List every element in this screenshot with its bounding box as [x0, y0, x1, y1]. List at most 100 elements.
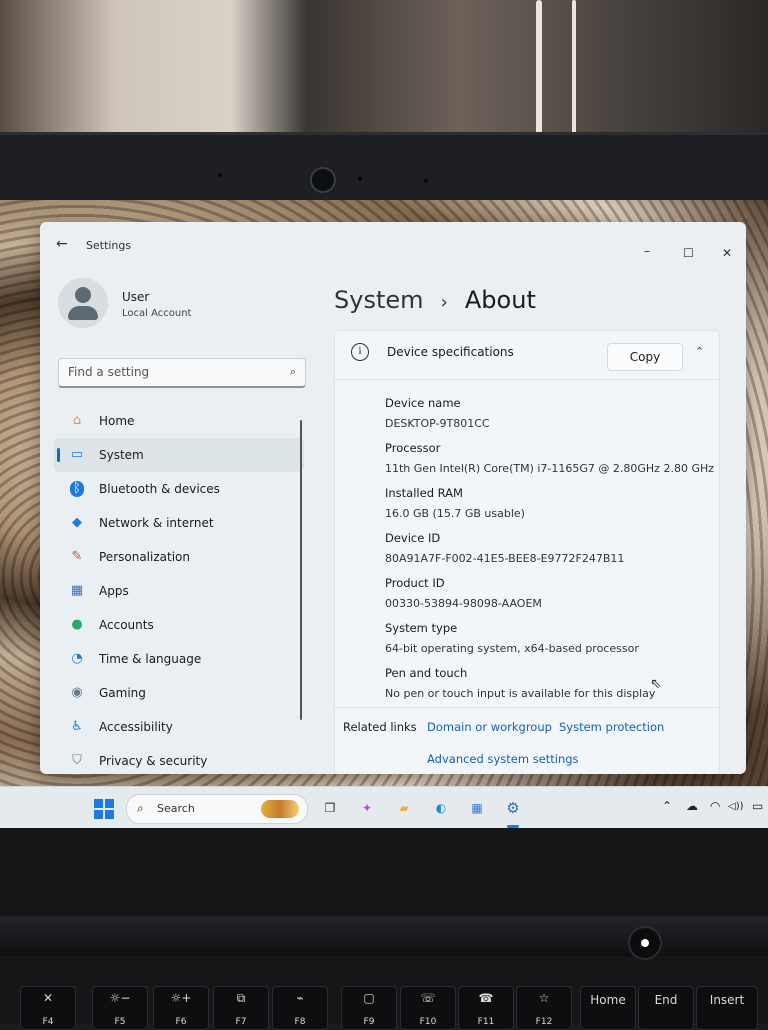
taskbar-search[interactable]: ⌕ Search [126, 794, 308, 824]
sidebar-item-gaming[interactable]: ◉ Gaming [54, 676, 304, 710]
cable [572, 0, 576, 150]
window-title: Settings [86, 239, 132, 252]
back-arrow-icon[interactable]: ← [56, 236, 68, 252]
sensor-dot [424, 179, 428, 183]
info-icon: i [351, 343, 369, 361]
sidebar-item-apps[interactable]: ▦ Apps [54, 574, 304, 608]
sidebar-item-accessibility[interactable]: ♿ Accessibility [54, 710, 304, 744]
monitor-icon: ▭ [70, 447, 84, 462]
screen: ← Settings – ☐ ✕ User Local Account Find… [0, 200, 768, 828]
key-f4: ✕ F4 [20, 986, 76, 1030]
key-f5: ☼− F5 [92, 986, 148, 1030]
sidebar-item-time-language[interactable]: ◔ Time & language [54, 642, 304, 676]
spec-label: Device ID [385, 531, 441, 545]
key-f10: ☏ F10 [400, 986, 456, 1030]
power-button [628, 926, 662, 960]
key-f8: ⌁ F8 [272, 986, 328, 1030]
wifi-icon[interactable]: ◠ [710, 799, 720, 813]
copilot-icon[interactable]: ✦ [357, 798, 377, 818]
spec-value: No pen or touch input is available for t… [385, 687, 656, 700]
room-background [0, 0, 768, 150]
spec-label: Device name [385, 396, 461, 410]
cloud-icon[interactable]: ☁ [686, 799, 698, 813]
chevron-right-icon: › [440, 292, 448, 313]
accounts-icon: ● [71, 617, 83, 632]
brush-icon: ✎ [71, 549, 83, 564]
spec-label: Product ID [385, 576, 445, 590]
edge-icon[interactable]: ◐ [431, 798, 451, 818]
sidebar-item-system[interactable]: ▭ System [54, 438, 304, 472]
related-links-label: Related links [343, 720, 417, 734]
key-f6: ☼+ F6 [153, 986, 209, 1030]
key-f12: ☆ F12 [516, 986, 572, 1030]
spec-list: Device name DESKTOP-9T801CC Processor 11… [385, 393, 715, 708]
search-highlight-image [261, 800, 299, 818]
account-type: Local Account [122, 308, 192, 319]
laptop-keyboard-deck: ✕ F4 ☼− F5 ☼+ F6 ⧉ F7 ⌁ F8 ▢ F9 ☏ F10 ☎ F11 ☆ F12… [0, 828, 768, 1030]
sidebar-item-label: Apps [99, 584, 129, 598]
page-title: About [464, 286, 536, 314]
home-icon: ⌂ [72, 413, 82, 428]
sidebar-item-label: Gaming [99, 686, 146, 700]
store-icon[interactable]: ▦ [467, 798, 487, 818]
start-windows-icon[interactable] [94, 799, 114, 819]
volume-icon[interactable]: ◁)) [728, 801, 744, 812]
sidebar-item-home[interactable]: ⌂ Home [54, 404, 304, 438]
sidebar-scrollbar[interactable] [300, 420, 302, 720]
globe-clock-icon: ◔ [71, 651, 83, 666]
spec-card-header[interactable]: i Device specifications Copy ⌃ [335, 331, 719, 380]
minimize-icon[interactable]: – [644, 244, 650, 258]
advanced-system-settings-link[interactable]: Advanced system settings [427, 752, 579, 766]
find-setting-search[interactable]: Find a setting ⌕ [58, 358, 306, 388]
spec-value: 00330-53894-98098-AAOEM [385, 597, 542, 610]
battery-icon[interactable]: ▭ [752, 799, 763, 813]
breadcrumb: System › About [334, 286, 536, 322]
spec-value: 80A91A7F-F002-41E5-BEE8-E9772F247B11 [385, 552, 625, 565]
system-protection-link[interactable]: System protection [559, 720, 664, 734]
search-icon: ⌕ [137, 801, 144, 815]
taskbar-search-label: Search [157, 802, 195, 815]
sidebar-item-label: Accounts [99, 618, 154, 632]
key-f9: ▢ F9 [341, 986, 397, 1030]
sidebar-item-privacy[interactable]: ⛉ Privacy & security [54, 744, 304, 774]
sensor-dot [358, 177, 362, 181]
webcam [310, 167, 336, 193]
taskbar: ⌕ Search ❐ ✦ ▰ ◐ ▦ ⚙ ⌃ ☁ ◠ ◁)) ▭ [0, 786, 768, 828]
breadcrumb-system[interactable]: System [334, 286, 424, 314]
key-f11: ☎ F11 [458, 986, 514, 1030]
sidebar-item-label: Privacy & security [99, 754, 208, 768]
cable [536, 0, 542, 150]
spec-value: 64-bit operating system, x64-based proce… [385, 642, 639, 655]
sidebar-item-label: Personalization [99, 550, 190, 564]
file-explorer-icon[interactable]: ▰ [394, 798, 414, 818]
key-end: End [638, 986, 694, 1030]
laptop-bezel [0, 132, 768, 207]
sensor-dot [218, 173, 222, 177]
user-profile[interactable]: User Local Account [58, 278, 318, 332]
key-home: Home [580, 986, 636, 1030]
sidebar-item-personalization[interactable]: ✎ Personalization [54, 540, 304, 574]
task-view-icon[interactable]: ❐ [320, 798, 340, 818]
domain-workgroup-link[interactable]: Domain or workgroup [427, 720, 552, 734]
key-insert: Insert [696, 986, 758, 1030]
avatar [58, 278, 108, 328]
mouse-cursor-icon: ⇖ [650, 676, 662, 692]
sidebar-item-bluetooth[interactable]: ᛒ Bluetooth & devices [54, 472, 304, 506]
shield-icon: ⛉ [72, 753, 82, 768]
spec-card-title: Device specifications [387, 345, 514, 359]
accessibility-icon: ♿ [71, 719, 83, 734]
chevron-up-icon[interactable]: ⌃ [695, 345, 704, 358]
close-icon[interactable]: ✕ [722, 246, 732, 260]
spec-label: Processor [385, 441, 441, 455]
related-links: Related links Domain or workgroup System… [335, 707, 719, 774]
tray-overflow-chevron-icon[interactable]: ⌃ [662, 799, 672, 813]
gamepad-icon: ◉ [71, 685, 83, 700]
sidebar-item-accounts[interactable]: ● Accounts [54, 608, 304, 642]
sidebar-item-label: Time & language [99, 652, 202, 666]
sidebar-item-network[interactable]: ◆ Network & internet [54, 506, 304, 540]
spec-label: Installed RAM [385, 486, 463, 500]
maximize-icon[interactable]: ☐ [683, 246, 694, 260]
copy-button[interactable]: Copy [607, 343, 683, 371]
settings-gear-icon[interactable]: ⚙ [503, 798, 523, 818]
sidebar-item-label: Accessibility [99, 720, 173, 734]
